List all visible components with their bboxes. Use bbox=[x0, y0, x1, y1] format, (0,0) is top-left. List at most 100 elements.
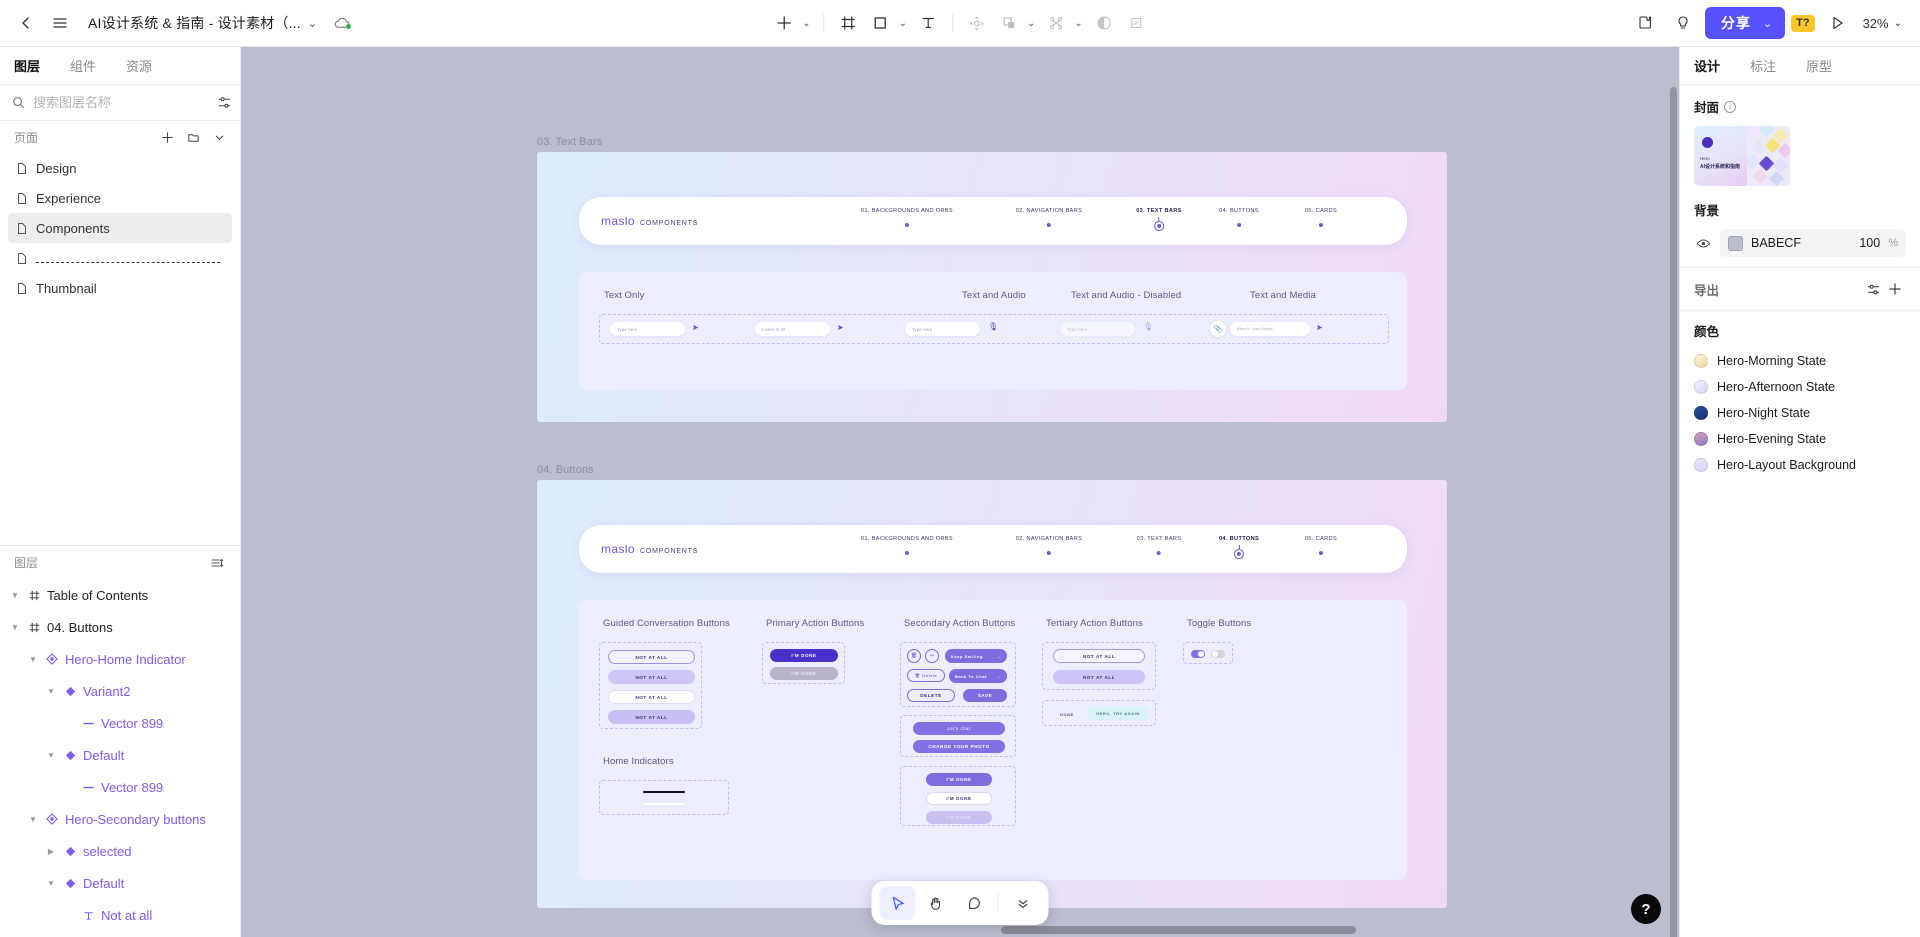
layer-row[interactable]: ▼ 04. Buttons bbox=[0, 611, 240, 643]
send-icon[interactable]: ➤ bbox=[692, 324, 699, 332]
cursor-select-tool[interactable] bbox=[879, 886, 916, 920]
button-im-done-white[interactable]: I'M DONE bbox=[926, 792, 992, 805]
mask-tool[interactable] bbox=[1040, 7, 1072, 39]
color-style-row[interactable]: Hero-Night State bbox=[1694, 400, 1906, 426]
layer-row[interactable]: ▶ selected bbox=[0, 835, 240, 867]
add-insert-caret-icon[interactable]: ⌄ bbox=[797, 18, 815, 29]
button-im-done-primary[interactable]: I'M DONE bbox=[770, 649, 838, 662]
layer-row[interactable]: ▼ Variant2 bbox=[0, 675, 240, 707]
shape-rectangle-tool[interactable] bbox=[865, 7, 897, 39]
info-icon[interactable]: i bbox=[1724, 100, 1737, 113]
button-im-done-primary-disabled[interactable]: I'M DONE bbox=[770, 667, 838, 680]
add-insert-tool[interactable] bbox=[768, 7, 800, 39]
twisty-down-icon[interactable]: ▼ bbox=[24, 815, 42, 824]
background-color-field[interactable]: BABECF 100 % bbox=[1720, 229, 1906, 257]
layer-row[interactable]: ▼ Hero-Home Indicator bbox=[0, 643, 240, 675]
main-menu-icon[interactable] bbox=[44, 7, 76, 39]
tab-layers[interactable]: 图层 bbox=[14, 56, 40, 75]
toggle-off[interactable] bbox=[1211, 650, 1225, 658]
layer-row[interactable]: ▼ Default bbox=[0, 867, 240, 899]
attach-icon[interactable]: 📎 bbox=[1210, 321, 1226, 337]
layer-row[interactable]: ▼ Table of Contents bbox=[0, 579, 240, 611]
color-style-row[interactable]: Hero-Morning State bbox=[1694, 348, 1906, 374]
contrast-tool[interactable] bbox=[1088, 7, 1120, 39]
page-item-design[interactable]: Design bbox=[8, 153, 232, 183]
mic-icon[interactable]: 🎙 bbox=[988, 323, 998, 331]
twisty-down-icon[interactable]: ▼ bbox=[42, 751, 60, 760]
tab-components[interactable]: 组件 bbox=[70, 56, 96, 75]
horizontal-scroll-thumb[interactable] bbox=[1001, 926, 1356, 934]
nav-item-buttons[interactable]: 04. BUTTONS bbox=[1219, 536, 1259, 556]
new-folder-icon[interactable] bbox=[182, 126, 204, 148]
nav-item-navigation-bars[interactable]: 02. NAVIGATION BARS bbox=[1016, 208, 1082, 227]
twisty-right-icon[interactable]: ▶ bbox=[42, 847, 60, 856]
hand-pan-tool[interactable] bbox=[918, 886, 954, 920]
lightbulb-icon[interactable] bbox=[1667, 7, 1699, 39]
layer-row[interactable]: Vector 899 bbox=[0, 707, 240, 739]
button-not-at-all-tertiary-outline[interactable]: NOT AT ALL bbox=[1053, 649, 1145, 663]
layer-row[interactable]: ▼ Hero-Secondary buttons bbox=[0, 803, 240, 835]
present-play-icon[interactable] bbox=[1821, 7, 1853, 39]
button-not-at-all-white[interactable]: NOT AT ALL bbox=[608, 690, 695, 704]
vertical-scroll-thumb[interactable] bbox=[1670, 87, 1677, 937]
button-not-at-all-filled[interactable]: NOT AT ALL bbox=[608, 670, 695, 684]
frame-label-text-bars[interactable]: 03. Text Bars bbox=[537, 136, 602, 148]
search-input[interactable] bbox=[33, 95, 209, 110]
button-hero-try-again[interactable]: HERO, TRY AGAIN bbox=[1087, 707, 1149, 720]
boolean-tool-caret-icon[interactable]: ⌄ bbox=[1022, 18, 1040, 29]
design-canvas[interactable]: 03. Text Bars maslo COMPONENTS 01. BACKG… bbox=[241, 47, 1679, 937]
eye-icon[interactable] bbox=[1694, 236, 1712, 251]
frame-tool[interactable] bbox=[833, 7, 865, 39]
tab-design[interactable]: 设计 bbox=[1694, 56, 1720, 75]
twisty-down-icon[interactable]: ▼ bbox=[6, 591, 24, 600]
color-style-row[interactable]: Hero-Evening State bbox=[1694, 426, 1906, 452]
canvas-vertical-scrollbar[interactable] bbox=[1670, 87, 1677, 937]
send-icon[interactable]: ➤ bbox=[837, 324, 844, 332]
cover-thumbnail[interactable]: Hero AI设计系统和指南 bbox=[1694, 126, 1790, 186]
text-input-type-here-2[interactable]: Type here bbox=[905, 322, 980, 336]
color-style-row[interactable]: Hero-Layout Background bbox=[1694, 452, 1906, 478]
layers-options-icon[interactable] bbox=[206, 552, 228, 574]
twisty-down-icon[interactable]: ▼ bbox=[24, 655, 42, 664]
page-item-components[interactable]: Components bbox=[8, 213, 232, 243]
page-item-thumbnail[interactable]: Thumbnail bbox=[8, 273, 232, 303]
canvas-horizontal-scrollbar[interactable] bbox=[241, 926, 1679, 934]
twisty-down-icon[interactable]: ▼ bbox=[42, 879, 60, 888]
text-tool[interactable] bbox=[912, 7, 944, 39]
button-im-done-disabled[interactable]: I'M DONE bbox=[926, 811, 992, 824]
artboard-buttons[interactable]: maslo COMPONENTS 01. BACKGROUNDS AND ORB… bbox=[537, 480, 1447, 908]
page-item-experience[interactable]: Experience bbox=[8, 183, 232, 213]
comment-tool[interactable] bbox=[956, 886, 992, 920]
button-im-done-secondary[interactable]: I'M DONE bbox=[926, 773, 992, 786]
text-input-type-here-1[interactable]: Type here bbox=[610, 322, 685, 336]
artboard-text-bars[interactable]: maslo COMPONENTS 01. BACKGROUNDS AND ORB… bbox=[537, 152, 1447, 422]
button-delete[interactable]: DELETE bbox=[907, 689, 955, 702]
tab-annotate[interactable]: 标注 bbox=[1750, 56, 1776, 75]
export-add-icon[interactable] bbox=[1884, 278, 1906, 300]
button-keep-smiling[interactable]: Keep Smiling bbox=[951, 654, 983, 659]
chevron-down-icon[interactable] bbox=[208, 126, 230, 148]
button-not-at-all-outline[interactable]: NOT AT ALL bbox=[608, 650, 695, 664]
share-icon-button[interactable]: ↪ bbox=[925, 649, 939, 663]
plus-icon[interactable] bbox=[156, 126, 178, 148]
layer-row[interactable]: Not at all bbox=[0, 899, 240, 931]
button-not-at-all-filled2[interactable]: NOT AT ALL bbox=[608, 710, 695, 724]
page-item-divider[interactable] bbox=[8, 243, 232, 273]
text-input-type-here-disabled[interactable]: Type here bbox=[1060, 322, 1135, 336]
help-button[interactable]: ? bbox=[1631, 894, 1661, 924]
layer-row[interactable]: ▼ Default bbox=[0, 739, 240, 771]
layer-row[interactable]: Vector 899 bbox=[0, 771, 240, 803]
nav-item-backgrounds[interactable]: 01. BACKGROUNDS AND ORBS bbox=[861, 208, 953, 227]
typography-badge[interactable]: T? bbox=[1791, 14, 1815, 32]
boolean-union-tool[interactable] bbox=[993, 7, 1025, 39]
shape-tool-caret-icon[interactable]: ⌄ bbox=[894, 18, 912, 29]
button-back-to-chat[interactable]: Back To Chat bbox=[955, 674, 987, 679]
button-done-ghost[interactable]: DONE bbox=[1051, 708, 1083, 720]
twisty-down-icon[interactable]: ▼ bbox=[6, 623, 24, 632]
button-lets-chat[interactable]: Let's chat bbox=[913, 722, 1005, 735]
send-icon[interactable]: ➤ bbox=[1316, 324, 1323, 332]
tab-assets[interactable]: 资源 bbox=[126, 56, 152, 75]
share-button[interactable]: 分享 ⌄ bbox=[1704, 7, 1786, 39]
text-input-listen-to-w[interactable]: Listen to W bbox=[755, 322, 830, 336]
back-button[interactable] bbox=[10, 7, 42, 39]
